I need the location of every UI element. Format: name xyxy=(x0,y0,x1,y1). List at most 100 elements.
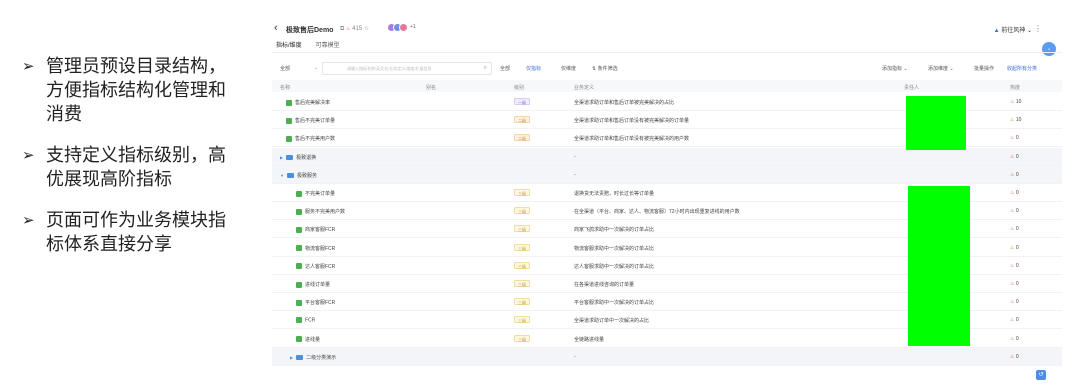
definition-cell: 全渠道求助订单中一次解决的占比 xyxy=(574,318,650,325)
fire-icon: ♨ xyxy=(1010,317,1015,324)
row-name[interactable]: 物流客服FCR xyxy=(305,246,335,252)
batch-operation-button[interactable]: 批量操作 xyxy=(974,65,994,72)
table-header: 名称 别名 级别 业务定义 责任人 热度 xyxy=(272,80,1062,92)
indicator-icon xyxy=(296,317,302,324)
fire-icon: ♨ xyxy=(1010,171,1015,178)
filter-dimensions-only-button[interactable]: 仅维度 xyxy=(561,65,576,72)
heat-value: 0 xyxy=(1015,135,1019,142)
column-header-alias: 别名 xyxy=(426,85,437,91)
bullet-text: 支持定义指标级别，高优展现高阶指标 xyxy=(46,145,226,190)
redaction-block xyxy=(906,96,966,150)
divider xyxy=(272,52,1062,53)
filter-all-button[interactable]: 全部 xyxy=(500,65,510,72)
folder-row[interactable]: ▼ 极致服务 - ♨ 0 xyxy=(272,165,1062,184)
caret-down-icon[interactable]: ▼ xyxy=(280,173,284,178)
condition-filter-button[interactable]: ⇅ 条件筛选 xyxy=(592,65,618,72)
chevron-left-icon[interactable]: ‹ xyxy=(274,22,278,34)
fire-icon: ♨ xyxy=(1010,117,1015,124)
redaction-block xyxy=(908,186,970,346)
level-badge: 三级 xyxy=(514,189,530,196)
definition-cell: 在各渠道进线咨询的订单量 xyxy=(574,282,635,288)
indicator-icon xyxy=(296,281,302,288)
level-badge: 三级 xyxy=(514,261,530,269)
definition-cell: - xyxy=(574,153,576,160)
heat-cell: ♨ 0 xyxy=(1010,281,1019,287)
fire-icon: ♨ xyxy=(1010,208,1015,215)
row-name[interactable]: 售后不完美用户数 xyxy=(295,136,335,142)
caret-right-icon[interactable]: ▶ xyxy=(280,155,283,160)
folder-row[interactable]: ▶ 二级分类演示 - ♨ 0 xyxy=(272,347,1062,366)
level-badge: 三级 xyxy=(514,298,530,306)
fire-icon: ♨ xyxy=(1010,153,1015,160)
caret-right-icon[interactable]: ▶ xyxy=(290,355,293,360)
toolbar: 全部 ⌄ 请输入指标名称/英文名/业务定义/维度/扩展信息 ⌕ 全部 仅指标 仅… xyxy=(272,62,1062,76)
floating-action-button[interactable]: ● xyxy=(1042,42,1056,56)
user-menu[interactable]: ▲ 前往风神 ⌄ xyxy=(994,25,1032,34)
view-count-value: 415 xyxy=(352,26,363,32)
name-cell: 售后完美解决率 xyxy=(286,99,330,106)
name-cell: 平台客服FCR xyxy=(296,299,335,306)
name-cell: 进线量 xyxy=(296,336,320,343)
name-cell: ▶ 极致退换 xyxy=(280,154,316,161)
definition-cell: 商家飞鸽求助中一次解决的订单占比 xyxy=(574,227,655,234)
heat-cell: ♨ 0 xyxy=(1010,172,1019,178)
indicator-icon xyxy=(286,117,292,124)
row-name[interactable]: 服务不完美用户数 xyxy=(305,209,345,215)
app-header: ‹ 极致售后Demo ⧉ ♨ 415 ☆ +1 ▲ 前往风神 ⌄ ⋮ xyxy=(272,22,1062,40)
level-badge: 一级 xyxy=(514,98,530,105)
heat-value: 0 xyxy=(1015,262,1019,269)
folder-row[interactable]: ▶ 极致退换 - ♨ 0 xyxy=(272,147,1062,166)
heat-cell: ♨ 0 xyxy=(1010,154,1019,160)
row-name[interactable]: 售后不完美订单量 xyxy=(295,118,335,124)
fire-icon: ♨ xyxy=(1010,299,1015,306)
search-icon[interactable]: ⌕ xyxy=(484,65,487,72)
row-name[interactable]: 达人客服FCR xyxy=(305,264,335,270)
row-name[interactable]: 售后完美解决率 xyxy=(295,100,330,106)
fire-icon: ♨ xyxy=(1010,262,1015,269)
heat-cell: ♨ 0 xyxy=(1010,226,1019,232)
fire-icon: ♨ xyxy=(1010,353,1015,360)
heat-value: 0 xyxy=(1015,317,1019,324)
name-cell: ▶ 二级分类演示 xyxy=(290,354,336,361)
bullet-text: 页面可作为业务模块指标体系直接分享 xyxy=(46,210,226,255)
definition-cell: 达人客服求助中一次解决的订单占比 xyxy=(574,263,655,270)
row-name[interactable]: 进线量 xyxy=(305,337,320,343)
definition-cell: 全渠道求助订单和售后订单被完美解决的占比 xyxy=(574,100,675,106)
warning-icon: ▲ xyxy=(993,28,1000,34)
indicator-icon xyxy=(296,336,302,343)
heat-cell: ♨ 0 xyxy=(1010,299,1019,305)
name-cell: 售后不完美订单量 xyxy=(286,117,335,124)
folder-icon xyxy=(296,354,304,360)
chevron-down-icon: ⌄ xyxy=(313,65,318,71)
column-header-heat: 热度 xyxy=(1010,85,1021,91)
scope-select[interactable]: 全部 ⌄ xyxy=(280,65,318,74)
avatar-group[interactable]: +1 xyxy=(387,23,416,32)
bullet-list: ➢ 管理员预设目录结构，方便指标结构化管理和消费 ➢ 支持定义指标级别，高优展现… xyxy=(22,55,237,274)
heat-value: 0 xyxy=(1015,171,1019,178)
level-badge: 三级 xyxy=(514,207,530,215)
scroll-to-top-button[interactable]: ↺ xyxy=(1036,370,1046,380)
row-name[interactable]: 极致服务 xyxy=(297,173,317,179)
add-indicator-button[interactable]: 添加指标 ⌄ xyxy=(882,65,908,72)
row-name[interactable]: FCR xyxy=(305,318,315,324)
name-cell: 不完美订单量 xyxy=(296,190,335,197)
definition-cell: - xyxy=(574,353,576,360)
star-icon[interactable]: ☆ xyxy=(364,26,369,32)
fire-icon: ♨ xyxy=(1010,99,1015,105)
search-input[interactable]: 请输入指标名称/英文名/业务定义/维度/扩展信息 ⌕ xyxy=(322,62,492,75)
row-name[interactable]: 不完美订单量 xyxy=(305,191,335,197)
add-indicator-label: 添加指标 xyxy=(882,66,903,72)
more-options-icon[interactable]: ⋮ xyxy=(1034,24,1042,33)
level-badge: 三级 xyxy=(514,280,530,287)
row-name[interactable]: 平台客服FCR xyxy=(305,300,335,306)
row-name[interactable]: 二级分类演示 xyxy=(306,355,336,361)
fire-icon: ♨ xyxy=(1010,226,1015,233)
app-title: 极致售后Demo xyxy=(286,27,334,34)
filter-indicators-only-button[interactable]: 仅指标 xyxy=(526,65,541,72)
row-name[interactable]: 极致退换 xyxy=(296,155,316,161)
row-name[interactable]: 商家客服FCR xyxy=(305,227,335,233)
indicator-icon xyxy=(296,263,302,270)
collapse-all-button[interactable]: 收起所有分类 xyxy=(1007,65,1037,72)
row-name[interactable]: 进线订单量 xyxy=(305,282,330,288)
add-dimension-button[interactable]: 添加维度 ⌄ xyxy=(928,65,954,72)
